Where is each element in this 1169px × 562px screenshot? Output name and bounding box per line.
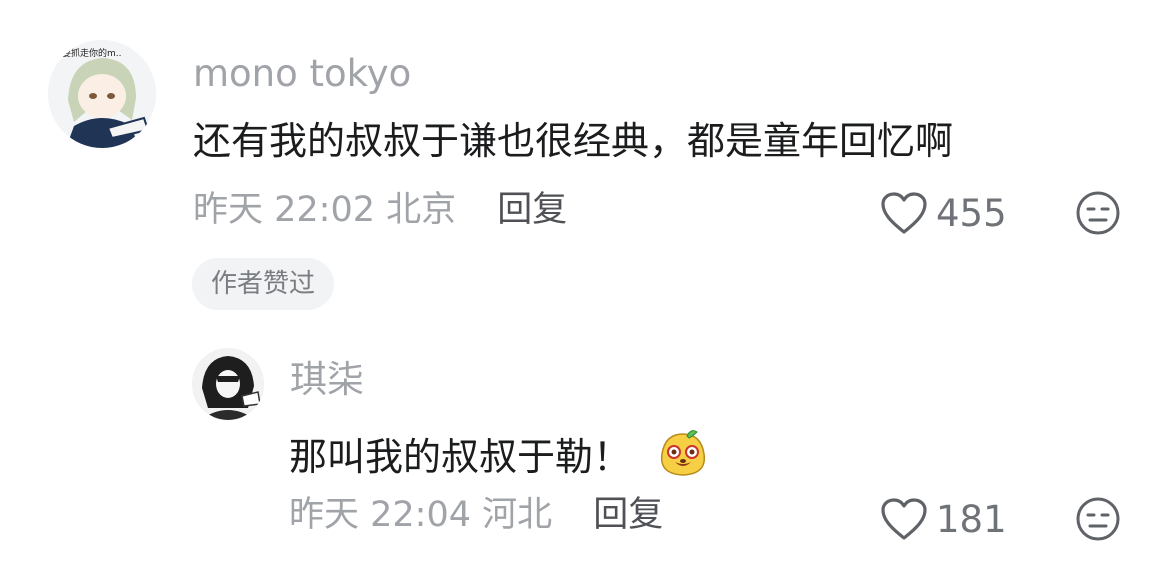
like-count: 455 bbox=[936, 191, 1007, 235]
comment-time: 昨天 22:02 bbox=[193, 190, 375, 230]
dislike-button[interactable] bbox=[1075, 190, 1121, 236]
reply-user-avatar[interactable] bbox=[192, 348, 264, 420]
reply-button[interactable]: 回复 bbox=[497, 190, 567, 230]
comment-username[interactable]: mono tokyo bbox=[193, 55, 411, 92]
reply-location: 河北 bbox=[482, 495, 553, 535]
user-avatar[interactable]: 要抓走你的m.. bbox=[48, 40, 156, 148]
unamused-face-icon bbox=[1076, 191, 1120, 235]
cheeky-face-emoji bbox=[661, 430, 706, 476]
comment-meta: 昨天 22:02 北京 回复 bbox=[193, 193, 567, 228]
avatar-caption: 要抓走你的m.. bbox=[62, 47, 122, 59]
reply-dislike-button[interactable] bbox=[1075, 496, 1121, 542]
comment-location: 北京 bbox=[386, 190, 457, 230]
reply-username[interactable]: 琪柒 bbox=[290, 361, 364, 398]
reply-like-count: 181 bbox=[936, 497, 1007, 541]
reply-text-row: 那叫我的叔叔于勒！ bbox=[289, 428, 709, 480]
unamused-face-icon bbox=[1076, 497, 1120, 541]
author-liked-badge: 作者赞过 bbox=[192, 258, 335, 310]
reply-meta: 昨天 22:04 河北 回复 bbox=[289, 498, 663, 533]
reply-to-reply-button[interactable]: 回复 bbox=[593, 495, 663, 535]
comment-text: 还有我的叔叔于谦也很经典，都是童年回忆啊 bbox=[193, 119, 954, 163]
like-button[interactable]: 455 bbox=[880, 191, 1007, 235]
reply-time: 昨天 22:04 bbox=[289, 495, 471, 535]
reply-text: 那叫我的叔叔于勒！ bbox=[289, 435, 632, 479]
reply-like-button[interactable]: 181 bbox=[880, 497, 1007, 541]
heart-outline-icon bbox=[881, 192, 927, 234]
heart-outline-icon bbox=[881, 498, 927, 540]
